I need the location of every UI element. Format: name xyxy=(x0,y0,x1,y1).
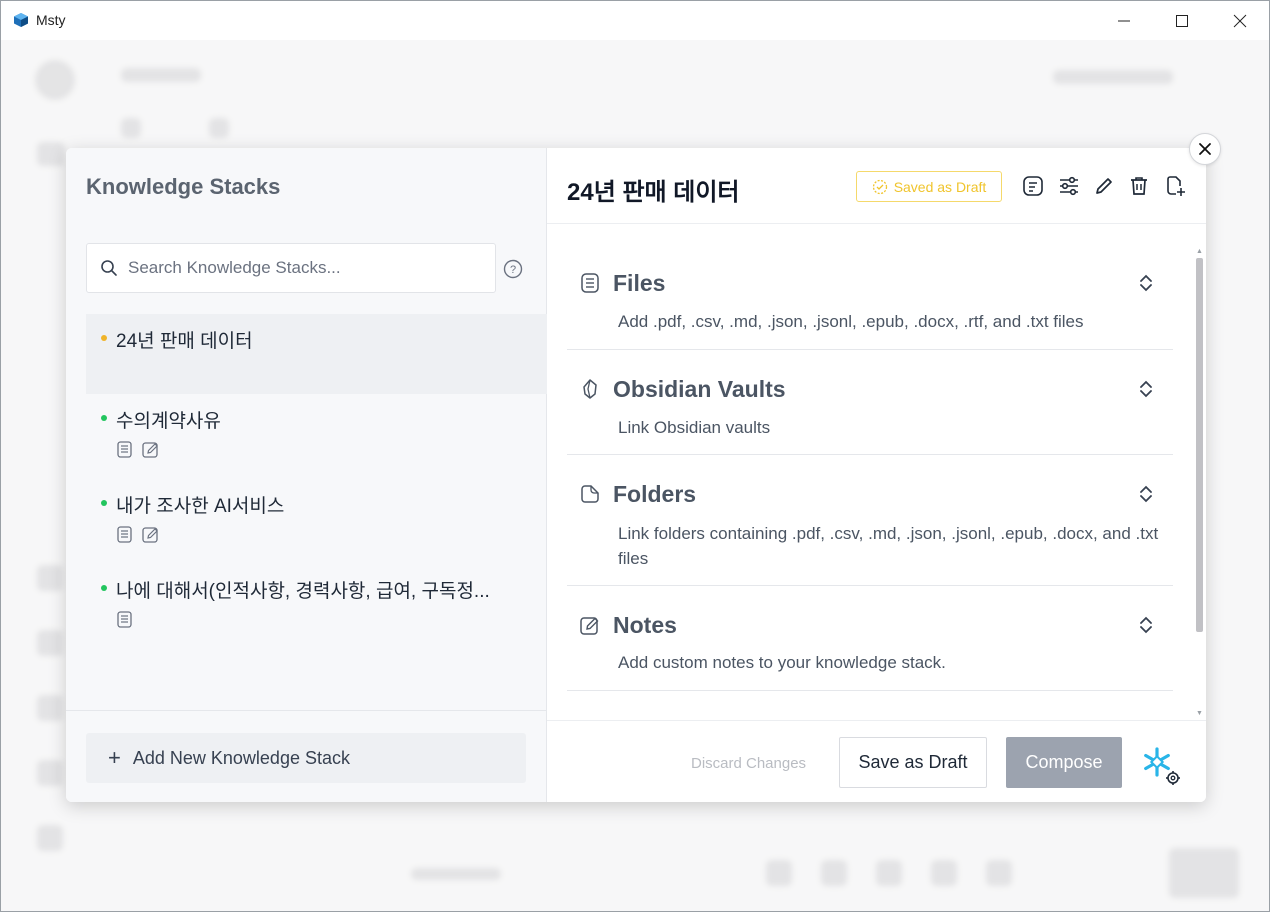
search-input[interactable] xyxy=(128,258,478,278)
stack-name: 내가 조사한 AI서비스 xyxy=(116,496,285,517)
stack-name: 나에 대해서(인적사항, 경력사항, 급여, 구독정... xyxy=(116,581,490,602)
status-dot xyxy=(101,500,107,506)
svg-text:?: ? xyxy=(510,264,516,276)
sidebar-footer: + Add New Knowledge Stack xyxy=(66,710,547,802)
section-notes[interactable]: Notes Add custom notes to your knowledge… xyxy=(567,586,1173,691)
close-icon xyxy=(1233,14,1247,28)
add-knowledge-stack-button[interactable]: + Add New Knowledge Stack xyxy=(86,733,526,783)
file-icon xyxy=(117,611,132,628)
msty-logo-icon xyxy=(14,13,28,27)
add-note-icon[interactable] xyxy=(1163,174,1187,198)
section-description: Add custom notes to your knowledge stack… xyxy=(618,653,946,672)
notes-icon xyxy=(580,617,599,635)
status-dot xyxy=(101,335,107,341)
scroll-down-icon[interactable]: ▼ xyxy=(1196,710,1203,717)
minimize-button[interactable] xyxy=(1095,1,1153,41)
scroll-up-icon[interactable]: ▲ xyxy=(1196,248,1203,255)
file-icon xyxy=(117,526,132,543)
sidebar-title: Knowledge Stacks xyxy=(86,174,281,199)
add-button-label: Add New Knowledge Stack xyxy=(132,747,350,768)
section-title: Obsidian Vaults xyxy=(613,376,786,402)
expand-chevron-icon[interactable] xyxy=(1137,483,1155,505)
source-sections: Files Add .pdf, .csv, .md, .json, .jsonl… xyxy=(567,248,1173,720)
window-title: Msty xyxy=(36,12,66,28)
maximize-button[interactable] xyxy=(1153,1,1211,41)
stack-item[interactable]: 24년 판매 데이터 xyxy=(86,314,547,394)
sections-scrollbar[interactable]: ▲ ▼ xyxy=(1194,248,1204,720)
trash-icon[interactable] xyxy=(1127,174,1151,198)
section-description: Add .pdf, .csv, .md, .json, .jsonl, .epu… xyxy=(618,312,1084,331)
obsidian-icon xyxy=(583,379,597,399)
stack-list: 24년 판매 데이터 수의계약사유 내가 조사한 AI서비스 나에 대해서(인적… xyxy=(86,314,547,649)
section-folders[interactable]: Folders Link folders containing .pdf, .c… xyxy=(567,455,1173,586)
stack-name: 24년 판매 데이터 xyxy=(116,331,253,352)
compose-button[interactable]: Compose xyxy=(1006,737,1122,788)
stack-item[interactable]: 수의계약사유 xyxy=(86,394,547,479)
plus-icon: + xyxy=(108,745,121,770)
window-titlebar: Msty xyxy=(0,0,1270,40)
edit-pencil-icon[interactable] xyxy=(1092,174,1116,198)
editor-footer: Discard Changes Save as Draft Compose xyxy=(547,720,1206,802)
modal-close-button[interactable] xyxy=(1189,133,1221,165)
draft-status-badge: Saved as Draft xyxy=(856,171,1002,202)
help-icon[interactable]: ? xyxy=(503,259,523,279)
stack-name: 수의계약사유 xyxy=(116,411,221,432)
expand-chevron-icon[interactable] xyxy=(1137,272,1155,294)
draft-badge-label: Saved as Draft xyxy=(893,178,987,195)
summary-icon[interactable] xyxy=(1021,174,1045,198)
stack-editor: 24년 판매 데이터 Saved as Draft Files Add .pdf… xyxy=(547,148,1206,802)
folder-icon xyxy=(581,485,599,503)
stacks-sidebar: Knowledge Stacks ? 24년 판매 데이터 수의계약사유 xyxy=(66,148,547,802)
section-title: Files xyxy=(613,270,666,296)
stack-content-icons xyxy=(115,610,134,629)
snowflake-settings-icon[interactable] xyxy=(1140,745,1182,787)
expand-chevron-icon[interactable] xyxy=(1137,614,1155,636)
settings-sliders-icon[interactable] xyxy=(1057,174,1081,198)
expand-chevron-icon[interactable] xyxy=(1137,378,1155,400)
discard-changes-button[interactable]: Discard Changes xyxy=(691,755,806,772)
section-files[interactable]: Files Add .pdf, .csv, .md, .json, .jsonl… xyxy=(567,248,1173,350)
section-description: Link Obsidian vaults xyxy=(618,418,771,437)
section-obsidian-vaults[interactable]: Obsidian Vaults Link Obsidian vaults xyxy=(567,350,1173,455)
save-as-draft-button[interactable]: Save as Draft xyxy=(839,737,987,788)
file-icon xyxy=(117,441,132,458)
status-dot xyxy=(101,585,107,591)
minimize-icon xyxy=(1118,20,1130,22)
stack-item[interactable]: 나에 대해서(인적사항, 경력사항, 급여, 구독정... xyxy=(86,564,547,649)
stack-item[interactable]: 내가 조사한 AI서비스 xyxy=(86,479,547,564)
stack-content-icons xyxy=(115,525,160,544)
note-icon xyxy=(142,442,158,458)
draft-badge-icon xyxy=(872,179,887,194)
window-close-button[interactable] xyxy=(1211,1,1269,41)
stack-title: 24년 판매 데이터 xyxy=(567,179,740,206)
knowledge-stacks-modal: Knowledge Stacks ? 24년 판매 데이터 수의계약사유 xyxy=(66,148,1206,802)
stack-content-icons xyxy=(115,440,160,459)
files-icon xyxy=(581,273,599,293)
maximize-icon xyxy=(1176,15,1188,27)
search-icon xyxy=(101,260,117,276)
editor-header: 24년 판매 데이터 Saved as Draft xyxy=(547,148,1206,224)
section-description: Link folders containing .pdf, .csv, .md,… xyxy=(618,524,1159,568)
section-title: Folders xyxy=(613,481,697,507)
scroll-thumb[interactable] xyxy=(1196,258,1203,632)
status-dot xyxy=(101,415,107,421)
close-icon xyxy=(1199,143,1211,155)
section-title: Notes xyxy=(613,612,677,638)
search-box[interactable] xyxy=(86,243,496,293)
note-icon xyxy=(142,527,158,543)
